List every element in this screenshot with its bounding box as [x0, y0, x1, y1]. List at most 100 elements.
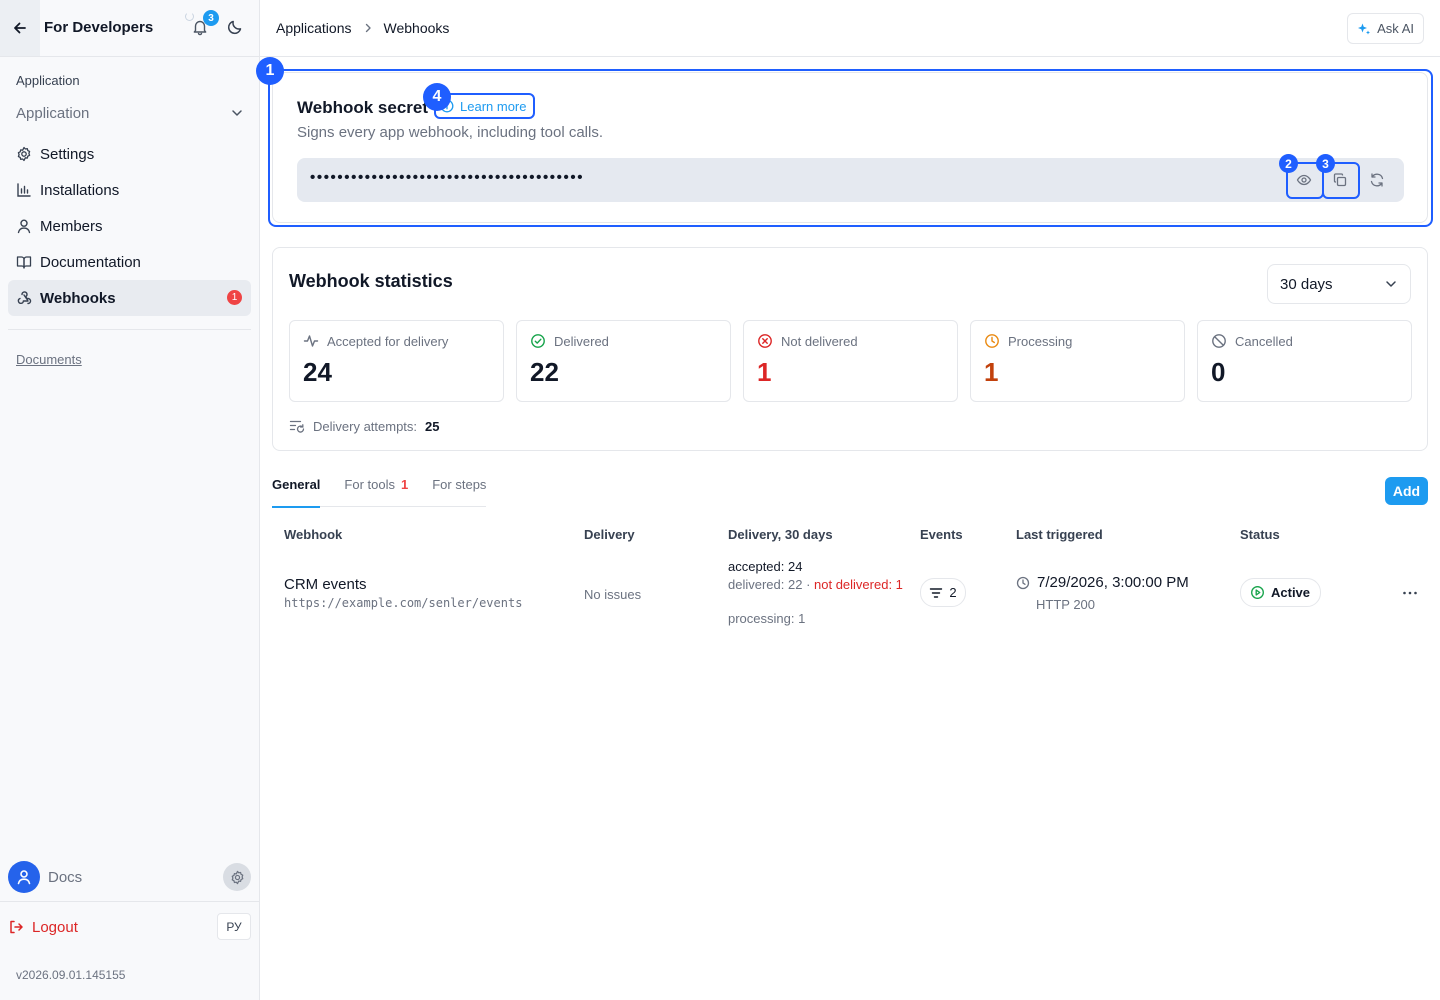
delivery-attempts-label: Delivery attempts: [313, 418, 418, 434]
language-button[interactable]: РУ [217, 913, 251, 940]
delivery-processing: processing: 1 [728, 611, 806, 626]
learn-more-link[interactable]: Learn more [437, 96, 529, 116]
chart-bars-icon [16, 182, 32, 198]
activity-icon [303, 333, 319, 349]
tab-label: For tools [344, 477, 395, 492]
back-button[interactable] [0, 0, 40, 56]
user-settings-button[interactable] [223, 863, 251, 891]
sidebar-item-label: Webhooks [40, 289, 116, 307]
delivery-attempts: Delivery attempts: 25 [289, 418, 440, 434]
tab-for-steps[interactable]: For steps [432, 474, 486, 507]
webhook-tabs: General For tools 1 For steps [272, 474, 487, 508]
chevron-down-icon [230, 106, 244, 120]
list-refresh-icon [289, 418, 305, 434]
webhook-url: https://example.com/senler/events [284, 596, 523, 610]
application-select-value: Application [16, 104, 90, 122]
sidebar-item-documentation[interactable]: Documentation [8, 244, 251, 280]
user-icon [16, 869, 32, 885]
sparkle-icon [1357, 22, 1371, 36]
masked-secret: •••••••••••••••••••••••••••••••••••••••• [310, 169, 585, 186]
row-actions-button[interactable] [1398, 584, 1422, 602]
sidebar-item-members[interactable]: Members [8, 208, 251, 244]
book-icon [16, 254, 32, 270]
sidebar-nav: Settings Installations Members Documenta… [8, 136, 251, 316]
last-triggered-http: HTTP 200 [1036, 597, 1096, 612]
delivery-not-delivered: not delivered: 1 [814, 577, 903, 592]
stat-label-row: Processing [984, 333, 1072, 349]
events-filter-button[interactable]: 2 [920, 578, 966, 607]
logout-button[interactable]: Logout [8, 916, 78, 938]
check-circle-icon [530, 333, 546, 349]
more-horizontal-icon [1402, 591, 1418, 595]
sidebar-item-label: Installations [40, 181, 120, 199]
sidebar-item-installations[interactable]: Installations [8, 172, 251, 208]
topbar: Applications Webhooks Ask AI [260, 0, 1440, 57]
column-header-last-triggered: Last triggered [1016, 527, 1103, 542]
stat-value: 1 [757, 357, 772, 387]
stat-value: 24 [303, 357, 332, 387]
annotation-marker-1: 1 [256, 57, 284, 85]
events-count: 2 [949, 585, 957, 600]
column-header-webhook: Webhook [284, 527, 343, 542]
logout-label: Logout [32, 918, 78, 936]
webhook-icon [16, 290, 32, 306]
regenerate-secret-button[interactable] [1361, 164, 1393, 196]
column-header-status: Status [1240, 527, 1280, 542]
theme-toggle-button[interactable] [226, 18, 244, 36]
stat-label-row: Accepted for delivery [303, 333, 448, 349]
breadcrumb-applications[interactable]: Applications [276, 20, 352, 36]
stat-label: Cancelled [1235, 333, 1293, 349]
stat-label-row: Cancelled [1211, 333, 1293, 349]
stat-label: Accepted for delivery [327, 333, 449, 349]
clock-icon [1016, 576, 1030, 590]
application-select[interactable]: Application [16, 102, 244, 124]
stat-delivered: Delivered 22 [516, 320, 731, 402]
tab-general[interactable]: General [272, 474, 321, 508]
annotation-marker-4: 4 [423, 83, 451, 111]
column-header-delivery-30-days: Delivery, 30 days [728, 527, 833, 542]
stat-label-row: Delivered [530, 333, 609, 349]
chevron-right-icon [362, 22, 374, 34]
period-select-value: 30 days [1280, 275, 1333, 293]
user-profile[interactable]: Docs [8, 861, 251, 893]
sidebar-item-settings[interactable]: Settings [8, 136, 251, 172]
eye-icon [1296, 172, 1312, 188]
secret-value-field: •••••••••••••••••••••••••••••••••••••••• [297, 158, 1404, 202]
stat-label: Not delivered [781, 333, 858, 349]
delivery-accepted: accepted: 24 [728, 559, 803, 574]
breadcrumb-webhooks: Webhooks [383, 20, 450, 36]
column-header-events: Events [920, 527, 963, 542]
add-webhook-button[interactable]: Add [1385, 477, 1428, 505]
webhook-secret-title: Webhook secret [297, 98, 429, 117]
delivery-status: No issues [584, 587, 642, 602]
stat-value: 1 [984, 357, 999, 387]
app-title: For Developers [44, 19, 154, 36]
gear-icon [16, 146, 32, 162]
webhook-statistics-title: Webhook statistics [289, 271, 453, 291]
sidebar-item-webhooks[interactable]: Webhooks 1 [8, 280, 251, 316]
period-select[interactable]: 30 days [1267, 264, 1411, 304]
sidebar-header: For Developers 3 [0, 0, 259, 57]
tab-for-tools[interactable]: For tools 1 [344, 474, 408, 507]
sidebar: For Developers 3 Application Application… [0, 0, 260, 1000]
documents-link[interactable]: Documents [16, 352, 82, 367]
x-circle-icon [757, 333, 773, 349]
filter-icon [929, 586, 943, 600]
stat-value: 0 [1211, 357, 1226, 387]
learn-more-label: Learn more [460, 98, 527, 114]
app-version: v2026.09.01.145155 [16, 968, 126, 982]
stat-cancelled: Cancelled 0 [1197, 320, 1412, 402]
sidebar-bottom-divider [0, 901, 259, 902]
webhook-name[interactable]: CRM events [284, 576, 367, 593]
ask-ai-button[interactable]: Ask AI [1347, 13, 1424, 44]
chevron-down-icon [1384, 277, 1398, 291]
stat-label: Processing [1008, 333, 1073, 349]
status-badge[interactable]: Active [1240, 578, 1322, 607]
tab-label: For steps [432, 477, 487, 492]
breadcrumb: Applications Webhooks [276, 20, 449, 36]
stat-accepted: Accepted for delivery 24 [289, 320, 504, 402]
notification-badge: 3 [203, 10, 219, 26]
last-triggered: 7/29/2026, 3:00:00 PM [1016, 574, 1189, 591]
avatar [8, 861, 40, 893]
user-name: Docs [48, 868, 83, 886]
